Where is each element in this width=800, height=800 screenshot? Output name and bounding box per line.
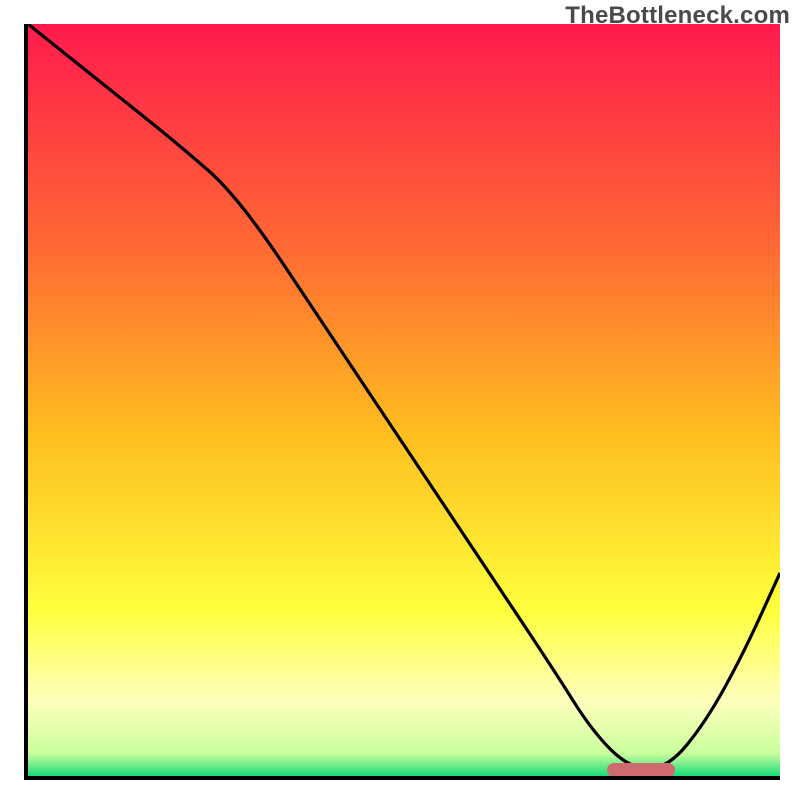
chart-container: TheBottleneck.com bbox=[0, 0, 800, 800]
curve-svg bbox=[28, 24, 780, 776]
attribution-label: TheBottleneck.com bbox=[565, 2, 790, 30]
optimum-marker bbox=[607, 763, 675, 777]
bottleneck-curve-path bbox=[28, 24, 780, 768]
plot-area bbox=[24, 24, 780, 780]
